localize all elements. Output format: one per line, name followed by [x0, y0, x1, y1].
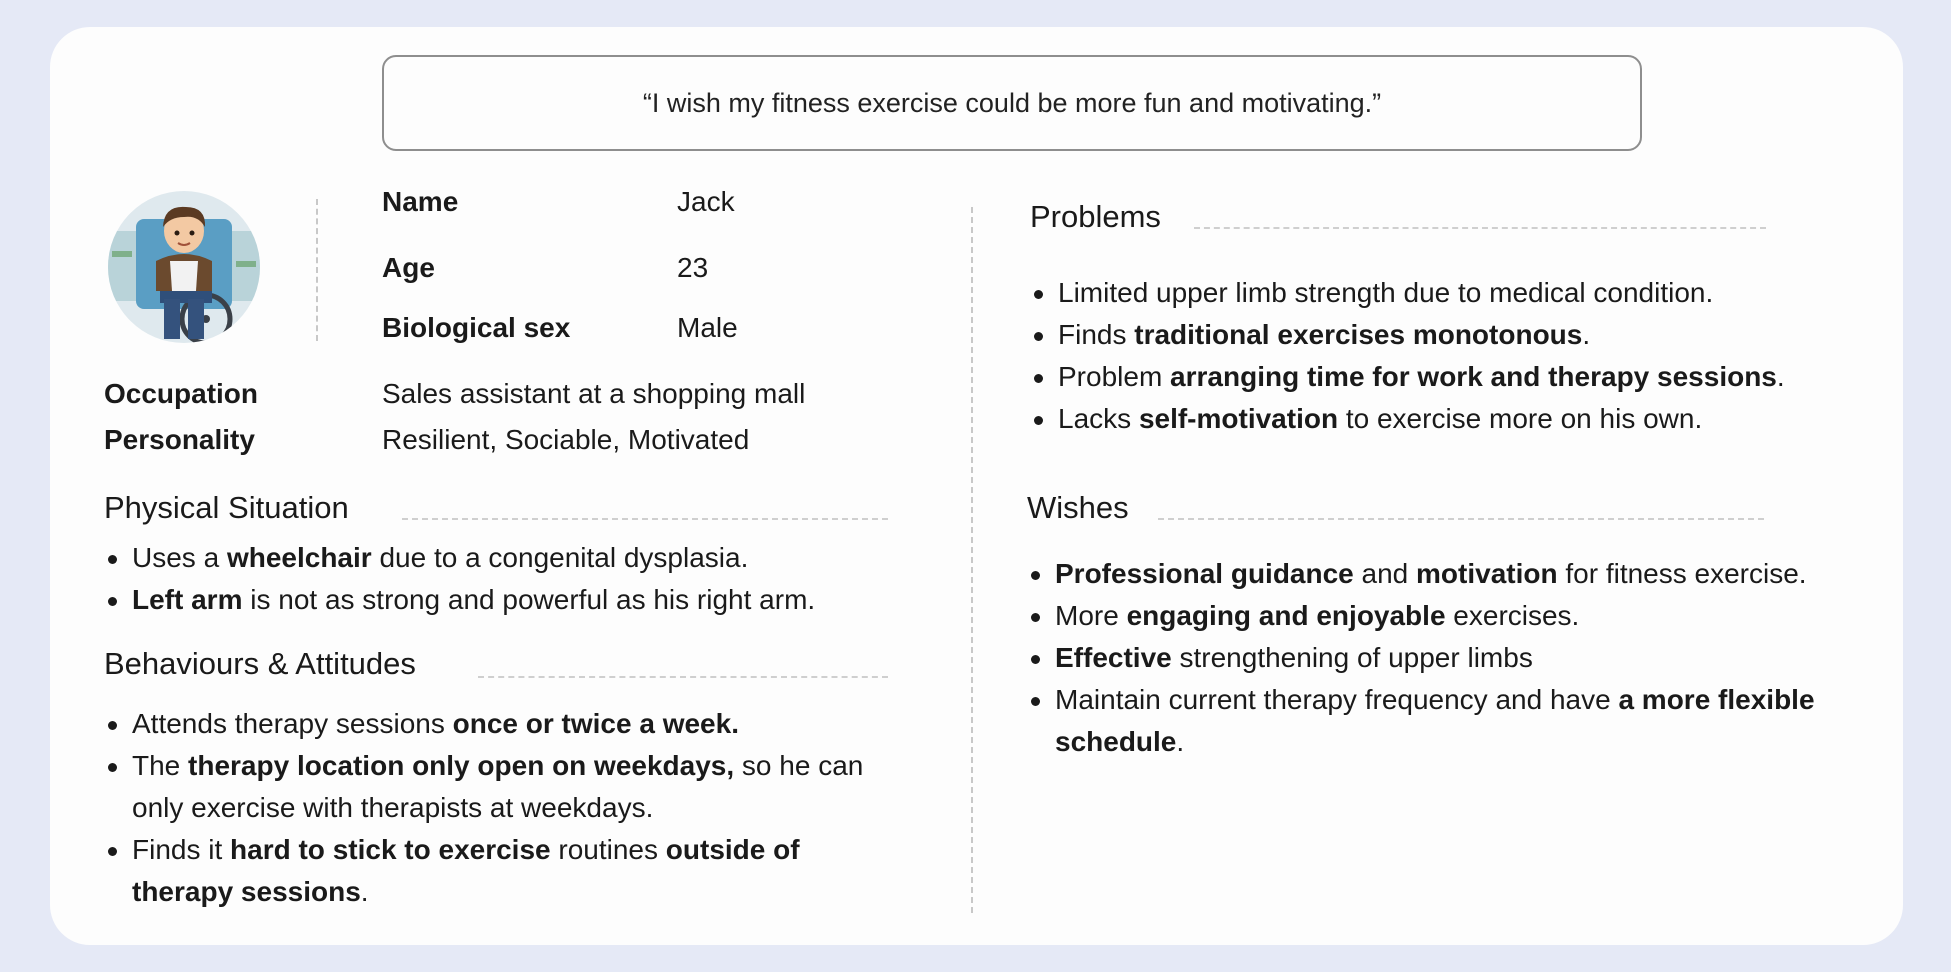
- text: Uses a: [132, 542, 227, 573]
- text: The: [132, 750, 189, 781]
- persona-card: “I wish my fitness exercise could be mor…: [50, 27, 1903, 945]
- list-item: Left arm is not as strong and powerful a…: [104, 579, 964, 621]
- bold-text: wheelchair: [226, 542, 372, 573]
- persona-quote: “I wish my fitness exercise could be mor…: [382, 55, 1642, 151]
- quote-text: “I wish my fitness exercise could be mor…: [642, 87, 1382, 118]
- physical-heading-rule: [402, 518, 888, 520]
- list-item: Finds it hard to stick to exercise routi…: [104, 829, 894, 913]
- list-item: Attends therapy sessions once or twice a…: [104, 703, 894, 745]
- text: is not as strong and powerful as his rig…: [242, 584, 816, 615]
- text: to exercise more on his own.: [1338, 403, 1703, 434]
- bold-text: Left arm: [132, 584, 243, 615]
- text: routines: [550, 834, 666, 865]
- text: for fitness exercise.: [1557, 558, 1807, 589]
- behaviours-list: Attends therapy sessions once or twice a…: [104, 703, 894, 913]
- personality-label: Personality: [104, 424, 255, 455]
- age-label: Age: [382, 252, 435, 283]
- wheelchair-user-avatar-icon: [108, 191, 260, 343]
- list-item: Professional guidance and motivation for…: [1027, 553, 1827, 595]
- behaviours-heading: Behaviours & Attitudes: [104, 646, 416, 681]
- text: .: [1776, 361, 1785, 392]
- personality-value: Resilient, Sociable, Motivated: [382, 424, 750, 455]
- list-item: The therapy location only open on weekda…: [104, 745, 894, 829]
- list-item: Effective strengthening of upper limbs: [1027, 637, 1827, 679]
- name-label: Name: [382, 186, 459, 217]
- bold-text: self-motivation: [1138, 403, 1339, 434]
- problems-heading: Problems: [1030, 199, 1161, 234]
- occupation-value: Sales assistant at a shopping mall: [382, 378, 806, 409]
- avatar: [108, 191, 260, 343]
- behaviours-heading-rule: [478, 676, 888, 678]
- text: Attends therapy sessions: [132, 708, 453, 739]
- text: Finds: [1058, 319, 1135, 350]
- list-item: Maintain current therapy frequency and h…: [1027, 679, 1827, 763]
- name-value: Jack: [677, 186, 735, 217]
- list-item: More engaging and enjoyable exercises.: [1027, 595, 1827, 637]
- wishes-heading: Wishes: [1027, 490, 1129, 525]
- text: strengthening of upper limbs: [1171, 642, 1533, 673]
- text: Finds it: [132, 834, 231, 865]
- problems-heading-rule: [1194, 227, 1766, 229]
- bold-text: Professional guidance: [1055, 558, 1354, 589]
- bold-text: Effective: [1055, 642, 1172, 673]
- text: .: [360, 876, 369, 907]
- age-value: 23: [677, 252, 709, 283]
- text: and: [1353, 558, 1417, 589]
- bold-text: traditional exercises monotonous: [1134, 319, 1583, 350]
- list-item: Finds traditional exercises monotonous.: [1030, 314, 1890, 356]
- sex-value: Male: [677, 312, 738, 343]
- text: .: [1176, 726, 1185, 757]
- text: Limited upper limb strength due to medic…: [1058, 277, 1714, 308]
- text: Problem: [1058, 361, 1171, 392]
- column-divider: [971, 207, 973, 913]
- bold-text: hard to stick to exercise: [230, 834, 551, 865]
- sex-label: Biological sex: [382, 312, 571, 343]
- occupation-label: Occupation: [104, 378, 259, 409]
- list-item: Uses a wheelchair due to a congenital dy…: [104, 537, 964, 579]
- text: Lacks: [1058, 403, 1139, 434]
- wishes-heading-rule: [1158, 518, 1764, 520]
- bold-text: engaging and enjoyable: [1126, 600, 1446, 631]
- physical-list: Uses a wheelchair due to a congenital dy…: [104, 537, 964, 621]
- list-item: Limited upper limb strength due to medic…: [1030, 272, 1890, 314]
- list-item: Lacks self-motivation to exercise more o…: [1030, 398, 1890, 440]
- text: More: [1055, 600, 1127, 631]
- text: exercises.: [1445, 600, 1580, 631]
- bold-text: motivation: [1416, 558, 1558, 589]
- wishes-list: Professional guidance and motivation for…: [1027, 553, 1827, 763]
- profile-divider: [316, 199, 318, 341]
- text: due to a congenital dysplasia.: [371, 542, 749, 573]
- physical-heading: Physical Situation: [104, 490, 349, 525]
- bold-text: once or twice a week.: [452, 708, 739, 739]
- bold-text: therapy location only open on weekdays,: [188, 750, 735, 781]
- bold-text: arranging time for work and therapy sess…: [1170, 361, 1777, 392]
- text: Maintain current therapy frequency and h…: [1055, 684, 1619, 715]
- list-item: Problem arranging time for work and ther…: [1030, 356, 1890, 398]
- problems-list: Limited upper limb strength due to medic…: [1030, 272, 1890, 440]
- text: .: [1582, 319, 1591, 350]
